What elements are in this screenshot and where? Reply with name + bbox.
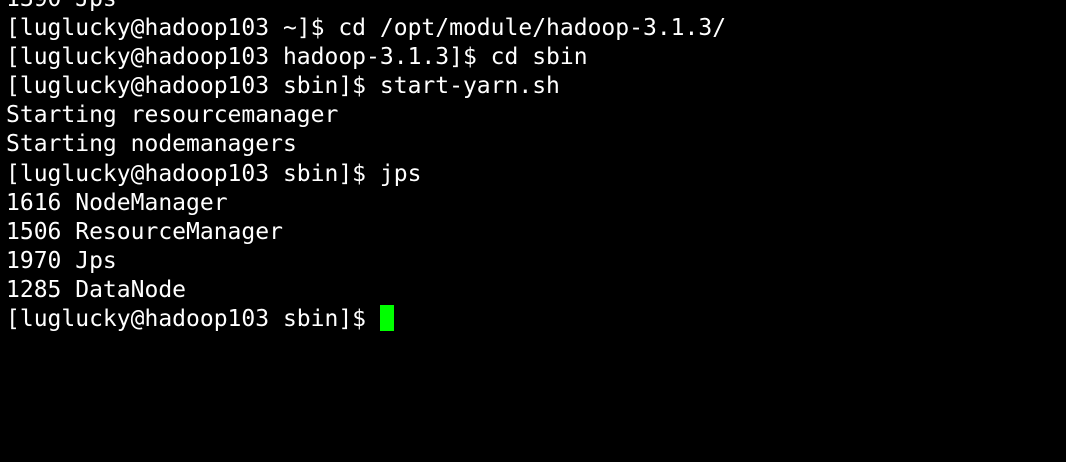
terminal-line: [luglucky@hadoop103 sbin]$ start-yarn.sh (6, 73, 560, 100)
current-prompt-line[interactable]: [luglucky@hadoop103 sbin]$ (6, 305, 726, 334)
terminal-line: [luglucky@hadoop103 sbin]$ jps (6, 160, 422, 187)
terminal-output: 1390 Jps [luglucky@hadoop103 ~]$ cd /opt… (6, 0, 726, 334)
terminal-line: 1616 NodeManager (6, 189, 228, 216)
terminal-line: 1285 DataNode (6, 276, 187, 303)
terminal-line: [luglucky@hadoop103 hadoop-3.1.3]$ cd sb… (6, 44, 588, 71)
terminal-line: Starting resourcemanager (6, 102, 339, 129)
shell-prompt: [luglucky@hadoop103 sbin]$ (6, 306, 380, 333)
terminal-cursor[interactable] (379, 305, 394, 332)
terminal-line: Starting nodemanagers (6, 131, 297, 158)
terminal-line: 1970 Jps (6, 247, 117, 274)
terminal-line: 1506 ResourceManager (6, 218, 283, 245)
terminal-window[interactable]: 1390 Jps [luglucky@hadoop103 ~]$ cd /opt… (0, 0, 1066, 462)
terminal-line: 1390 Jps (6, 0, 726, 14)
terminal-line: [luglucky@hadoop103 ~]$ cd /opt/module/h… (6, 15, 727, 42)
